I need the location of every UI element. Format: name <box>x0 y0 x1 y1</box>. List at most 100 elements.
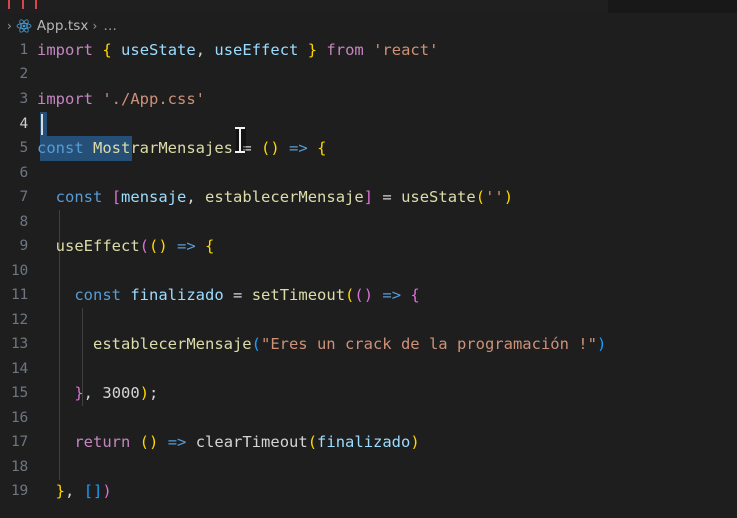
line-number: 19 <box>10 483 28 499</box>
token-arrow: => <box>177 237 196 255</box>
breadcrumb-symbol-ellipsis[interactable]: … <box>101 18 117 34</box>
token-brace: { <box>317 139 327 157</box>
token-keyword-return: return <box>74 433 131 451</box>
tab-inactive-partial[interactable] <box>0 0 113 13</box>
line-number-active: 4 <box>19 116 28 132</box>
token-paren-open: ( <box>251 335 261 353</box>
token-paren-open: ( <box>139 237 150 255</box>
token-comma: , <box>83 384 94 402</box>
code-line[interactable]: establecerMensaje("Eres un crack de la p… <box>37 332 737 357</box>
token-brace-open: { <box>102 41 112 59</box>
token-keyword-const: const <box>55 188 103 206</box>
token-module-string: 'react' <box>373 41 439 59</box>
code-line-empty[interactable] <box>37 259 737 284</box>
code-line-empty[interactable] <box>37 62 737 87</box>
token-brace: { <box>410 286 420 304</box>
token-arrow: => <box>382 286 402 304</box>
line-number: 13 <box>10 336 28 352</box>
token-paren-close: ) <box>102 482 112 500</box>
token-parens: () <box>261 139 280 157</box>
token-paren-close: ) <box>139 384 150 402</box>
code-line-empty[interactable] <box>37 406 737 431</box>
token-paren-close: ) <box>596 335 607 353</box>
code-line-empty[interactable] <box>37 308 737 333</box>
code-editor-surface[interactable]: 1 2 3 4 5 6 7 8 9 10 11 12 13 14 15 16 1… <box>0 38 737 518</box>
code-line[interactable]: useEffect(() => { <box>37 234 737 259</box>
code-line-empty[interactable] <box>37 357 737 382</box>
token-comma: , <box>186 188 196 206</box>
token-assign: = <box>382 188 392 206</box>
token-paren-close: ) <box>503 188 514 206</box>
token-timer-arg: finalizado <box>317 433 411 451</box>
token-brace-close: } <box>55 482 66 500</box>
token-paren-close: ) <box>410 433 420 451</box>
code-line-empty[interactable] <box>37 455 737 480</box>
token-parens: () <box>354 286 374 304</box>
line-number: 10 <box>10 263 28 279</box>
error-squiggle-mark <box>22 0 24 9</box>
token-arrow: => <box>289 139 308 157</box>
token-useeffect: useEffect <box>214 41 299 59</box>
token-comma: , <box>65 482 75 500</box>
line-number: 7 <box>19 189 28 205</box>
token-component-name: MostrarMensajes <box>93 139 233 157</box>
cursor-stem <box>239 129 241 151</box>
code-line[interactable]: const finalizado = setTimeout(() => { <box>37 283 737 308</box>
token-state-var: mensaje <box>121 188 187 206</box>
token-timer-var: finalizado <box>130 286 224 304</box>
line-number: 5 <box>19 140 28 156</box>
breadcrumb-separator-icon: › <box>92 18 98 33</box>
line-number: 8 <box>19 214 28 230</box>
token-module-string: './App.css' <box>102 90 205 108</box>
code-line[interactable]: const [mensaje, establecerMensaje] = use… <box>37 185 737 210</box>
breadcrumb: › App.tsx › … <box>0 13 737 38</box>
code-line[interactable]: import './App.css' <box>37 87 737 112</box>
token-bracket-close: ] <box>363 188 374 206</box>
vscode-editor-window: › App.tsx › … 1 2 3 4 5 6 7 8 9 10 11 12… <box>0 0 737 518</box>
code-line-empty[interactable] <box>37 161 737 186</box>
tab-strip-actions-area <box>608 0 737 13</box>
line-number: 16 <box>10 410 28 426</box>
line-number: 14 <box>10 361 28 377</box>
text-caret <box>41 114 43 135</box>
code-line[interactable]: }, 3000); <box>37 381 737 406</box>
token-usestate: useState <box>121 41 196 59</box>
token-cleartimeout: clearTimeout <box>195 433 308 451</box>
line-number: 3 <box>19 91 28 107</box>
token-keyword-import: import <box>37 41 93 59</box>
token-hook-usestate: useState <box>401 188 476 206</box>
token-keyword-const: const <box>74 286 121 304</box>
line-number: 6 <box>19 165 28 181</box>
code-content[interactable]: import { useState, useEffect } from 'rea… <box>37 38 737 518</box>
code-line[interactable]: import { useState, useEffect } from 'rea… <box>37 38 737 63</box>
token-message-string: "Eres un crack de la programación !" <box>260 335 597 353</box>
line-number: 12 <box>10 312 28 328</box>
code-line[interactable]: return () => clearTimeout(finalizado) <box>37 430 737 455</box>
code-line[interactable]: }, []) <box>37 479 737 504</box>
token-paren-open: ( <box>307 433 318 451</box>
token-paren-open: ( <box>345 286 355 304</box>
code-line-empty-current[interactable] <box>37 112 737 137</box>
token-setter-call: establecerMensaje <box>93 335 252 353</box>
token-semicolon: ; <box>149 384 159 402</box>
cursor-bottom-cap <box>235 151 245 153</box>
token-paren-open: ( <box>475 188 486 206</box>
token-brace-close: } <box>307 41 318 59</box>
token-settimeout: setTimeout <box>251 286 346 304</box>
token-comma: , <box>195 41 206 59</box>
token-parens: () <box>139 433 159 451</box>
line-number: 2 <box>19 66 28 82</box>
token-empty-array: [] <box>83 482 103 500</box>
code-line[interactable]: const MostrarMensajes = () => { <box>37 136 737 161</box>
code-line-empty[interactable] <box>37 210 737 235</box>
token-brace: { <box>205 237 215 255</box>
token-hook-useeffect: useEffect <box>55 237 140 255</box>
breadcrumb-file-name[interactable]: App.tsx <box>37 18 89 34</box>
tab-active-partial[interactable] <box>112 0 608 13</box>
token-brace-close: } <box>74 384 84 402</box>
error-squiggle-mark <box>8 0 10 9</box>
token-bracket-open: [ <box>111 188 122 206</box>
breadcrumb-leading-chevron-icon[interactable]: › <box>3 20 16 32</box>
line-number: 11 <box>10 287 28 303</box>
cursor-shadow <box>236 128 246 153</box>
